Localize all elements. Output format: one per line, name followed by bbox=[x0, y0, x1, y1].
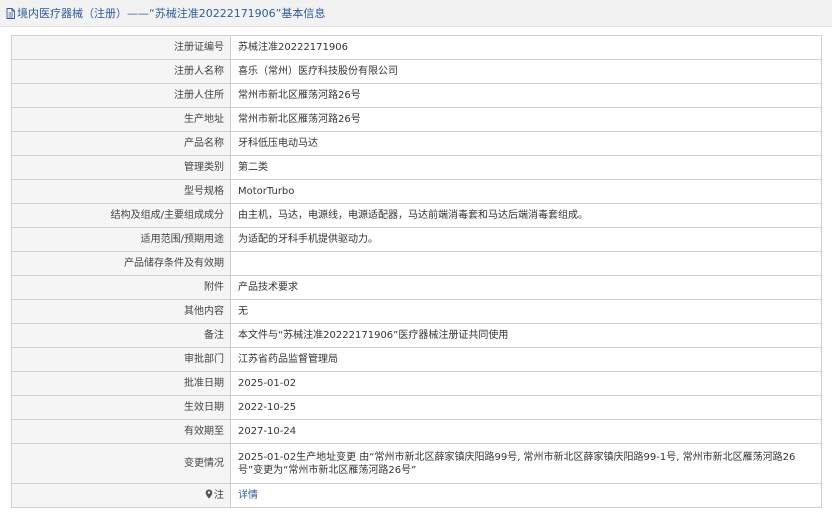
table-row: 注册证编号 苏械注准20222171906 bbox=[11, 35, 822, 60]
table-row: 注 详情 bbox=[11, 483, 822, 508]
table-row: 适用范围/预期用途 为适配的牙科手机提供驱动力。 bbox=[11, 227, 822, 252]
row-label-production-address: 生产地址 bbox=[11, 107, 231, 132]
row-value-production-address: 常州市新北区雁荡河路26号 bbox=[230, 107, 822, 132]
row-value-product-name: 牙科低压电动马达 bbox=[230, 131, 822, 156]
table-row: 备注 本文件与“苏械注准20222171906”医疗器械注册证共同使用 bbox=[11, 323, 822, 348]
table-row: 其他内容 无 bbox=[11, 299, 822, 324]
row-label-registrant-name: 注册人名称 bbox=[11, 59, 231, 84]
table-row: 型号规格 MotorTurbo bbox=[11, 179, 822, 204]
table-row: 结构及组成/主要组成成分 由主机，马达，电源线，电源适配器，马达前端消毒套和马达… bbox=[11, 203, 822, 228]
row-value-approval-date: 2025-01-02 bbox=[230, 371, 822, 396]
table-row: 产品名称 牙科低压电动马达 bbox=[11, 131, 822, 156]
table-row: 生产地址 常州市新北区雁荡河路26号 bbox=[11, 107, 822, 132]
row-value-effective-date: 2022-10-25 bbox=[230, 395, 822, 420]
row-label-intended-use: 适用范围/预期用途 bbox=[11, 227, 231, 252]
row-label-registration-number: 注册证编号 bbox=[11, 35, 231, 60]
row-value-attachment: 产品技术要求 bbox=[230, 275, 822, 300]
note-label-text: 注 bbox=[214, 490, 224, 501]
row-label-effective-date: 生效日期 bbox=[11, 395, 231, 420]
row-value-expiry-date: 2027-10-24 bbox=[230, 419, 822, 444]
row-label-storage-validity: 产品储存条件及有效期 bbox=[11, 251, 231, 276]
row-label-other-content: 其他内容 bbox=[11, 299, 231, 324]
row-label-approval-department: 审批部门 bbox=[11, 347, 231, 372]
row-label-approval-date: 批准日期 bbox=[11, 371, 231, 396]
table-row: 注册人住所 常州市新北区雁荡河路26号 bbox=[11, 83, 822, 108]
row-value-intended-use: 为适配的牙科手机提供驱动力。 bbox=[230, 227, 822, 252]
map-pin-icon bbox=[205, 489, 213, 499]
row-value-note: 详情 bbox=[230, 483, 822, 508]
table-row: 批准日期 2025-01-02 bbox=[11, 371, 822, 396]
row-value-structure-composition: 由主机，马达，电源线，电源适配器，马达前端消毒套和马达后端消毒套组成。 bbox=[230, 203, 822, 228]
row-label-management-category: 管理类别 bbox=[11, 155, 231, 180]
row-value-change-history: 2025-01-02生产地址变更 由“常州市新北区薛家镇庆阳路99号, 常州市新… bbox=[230, 443, 822, 484]
row-label-note: 注 bbox=[11, 483, 231, 508]
row-value-approval-department: 江苏省药品监督管理局 bbox=[230, 347, 822, 372]
row-value-management-category: 第二类 bbox=[230, 155, 822, 180]
table-row: 生效日期 2022-10-25 bbox=[11, 395, 822, 420]
row-value-model-spec: MotorTurbo bbox=[230, 179, 822, 204]
row-label-remarks: 备注 bbox=[11, 323, 231, 348]
row-label-product-name: 产品名称 bbox=[11, 131, 231, 156]
table-row: 附件 产品技术要求 bbox=[11, 275, 822, 300]
row-value-remarks: 本文件与“苏械注准20222171906”医疗器械注册证共同使用 bbox=[230, 323, 822, 348]
row-value-registration-number: 苏械注准20222171906 bbox=[230, 35, 822, 60]
row-value-registrant-name: 喜乐（常州）医疗科技股份有限公司 bbox=[230, 59, 822, 84]
table-row: 管理类别 第二类 bbox=[11, 155, 822, 180]
table-row: 变更情况 2025-01-02生产地址变更 由“常州市新北区薛家镇庆阳路99号,… bbox=[11, 443, 822, 484]
row-label-attachment: 附件 bbox=[11, 275, 231, 300]
row-value-other-content: 无 bbox=[230, 299, 822, 324]
registration-info-table: 注册证编号 苏械注准20222171906 注册人名称 喜乐（常州）医疗科技股份… bbox=[11, 35, 822, 508]
row-label-change-history: 变更情况 bbox=[11, 443, 231, 484]
page-header: 境内医疗器械（注册）——“苏械注准20222171906”基本信息 bbox=[0, 0, 832, 27]
details-link[interactable]: 详情 bbox=[238, 490, 258, 501]
table-row: 有效期至 2027-10-24 bbox=[11, 419, 822, 444]
document-icon bbox=[6, 7, 15, 19]
row-label-expiry-date: 有效期至 bbox=[11, 419, 231, 444]
table-row: 审批部门 江苏省药品监督管理局 bbox=[11, 347, 822, 372]
table-row: 产品储存条件及有效期 bbox=[11, 251, 822, 276]
row-label-model-spec: 型号规格 bbox=[11, 179, 231, 204]
row-value-registrant-address: 常州市新北区雁荡河路26号 bbox=[230, 83, 822, 108]
row-value-storage-validity bbox=[230, 251, 822, 276]
table-row: 注册人名称 喜乐（常州）医疗科技股份有限公司 bbox=[11, 59, 822, 84]
row-label-structure-composition: 结构及组成/主要组成成分 bbox=[11, 203, 231, 228]
row-label-registrant-address: 注册人住所 bbox=[11, 83, 231, 108]
page-title: 境内医疗器械（注册）——“苏械注准20222171906”基本信息 bbox=[17, 7, 326, 20]
